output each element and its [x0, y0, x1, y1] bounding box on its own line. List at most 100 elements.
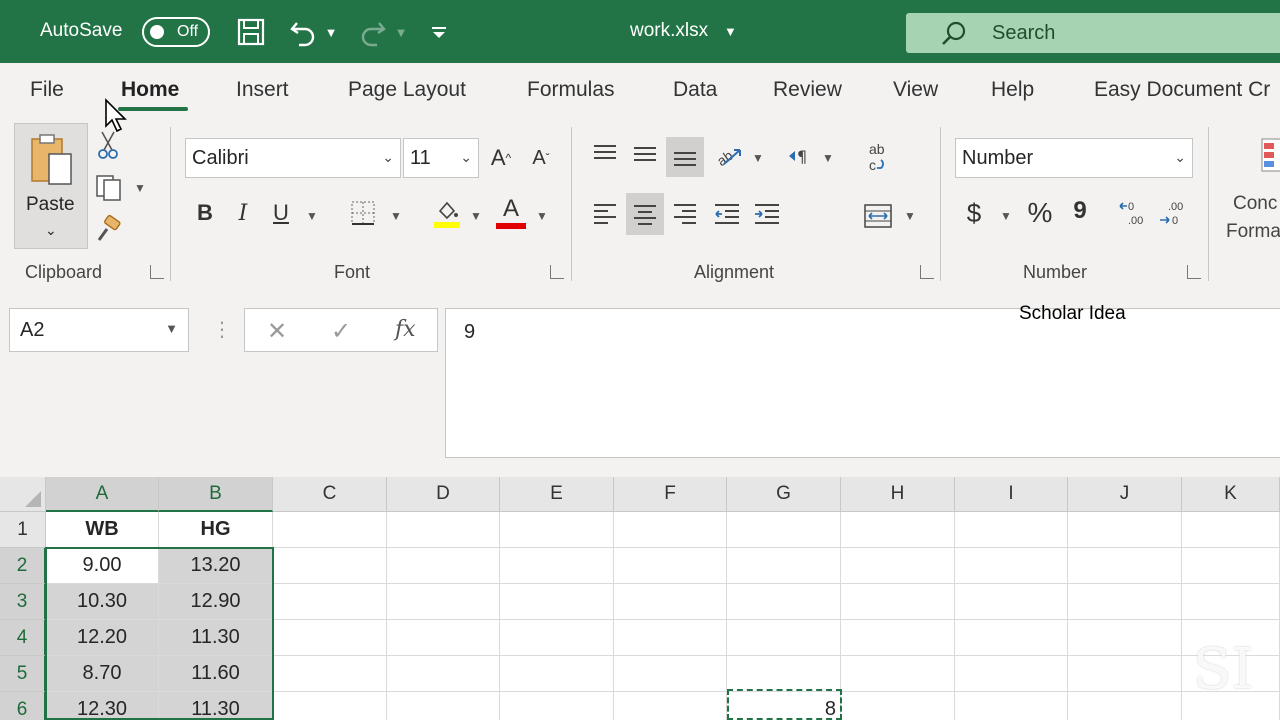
cell-b2[interactable]: 13.20: [159, 548, 273, 584]
conditional-formatting-label-2[interactable]: Forma: [1226, 221, 1280, 243]
currency-button[interactable]: $: [958, 195, 990, 231]
row-header-6[interactable]: 6: [0, 692, 46, 720]
copy-icon[interactable]: [92, 171, 126, 203]
font-color-dropdown-icon[interactable]: ▼: [536, 209, 548, 223]
save-icon[interactable]: [234, 14, 268, 50]
cell-b4[interactable]: 11.30: [159, 620, 273, 656]
alignment-launcher-icon[interactable]: [920, 265, 934, 279]
tab-insert[interactable]: Insert: [236, 78, 289, 102]
insert-function-icon[interactable]: fx: [395, 317, 416, 342]
paste-dropdown-icon[interactable]: ⌄: [45, 222, 57, 239]
undo-dropdown-icon[interactable]: ▼: [322, 14, 340, 50]
cell-f6[interactable]: [614, 692, 727, 720]
text-direction-icon[interactable]: ¶: [782, 139, 816, 173]
search-box[interactable]: Search: [906, 13, 1280, 53]
cell-h4[interactable]: [841, 620, 955, 656]
tab-review[interactable]: Review: [773, 78, 842, 102]
cell-e6[interactable]: [500, 692, 614, 720]
cell-j4[interactable]: [1068, 620, 1182, 656]
orientation-dropdown-icon[interactable]: ▼: [752, 151, 764, 165]
increase-font-size-button[interactable]: A ^: [484, 141, 518, 175]
file-name[interactable]: work.xlsx: [630, 20, 708, 42]
align-right-icon[interactable]: [668, 195, 702, 231]
underline-dropdown-icon[interactable]: ▼: [306, 209, 318, 223]
number-launcher-icon[interactable]: [1187, 265, 1201, 279]
borders-dropdown-icon[interactable]: ▼: [390, 209, 402, 223]
fill-color-dropdown-icon[interactable]: ▼: [470, 209, 482, 223]
cell-i2[interactable]: [955, 548, 1068, 584]
clipboard-launcher-icon[interactable]: [150, 265, 164, 279]
cell-i5[interactable]: [955, 656, 1068, 692]
cell-k2[interactable]: [1182, 548, 1280, 584]
cell-e5[interactable]: [500, 656, 614, 692]
bottom-align-icon[interactable]: [666, 137, 704, 177]
worksheet-grid[interactable]: A B C D E F G H I J K 1 WB HG 2 9.00 13.20 3 10.30 12.90 4 12…: [0, 477, 1280, 720]
currency-dropdown-icon[interactable]: ▼: [1000, 209, 1012, 223]
cell-c2[interactable]: [273, 548, 387, 584]
borders-icon[interactable]: [346, 197, 380, 229]
cell-c6[interactable]: [273, 692, 387, 720]
italic-button[interactable]: I: [228, 196, 258, 230]
conditional-formatting-label-1[interactable]: Conc: [1233, 193, 1277, 215]
underline-button[interactable]: U: [266, 196, 296, 230]
text-direction-dropdown-icon[interactable]: ▼: [822, 151, 834, 165]
tab-file[interactable]: File: [30, 78, 64, 102]
cell-a5[interactable]: 8.70: [46, 656, 159, 692]
merge-center-icon[interactable]: [860, 199, 896, 233]
column-header-f[interactable]: F: [614, 477, 727, 512]
column-header-a[interactable]: A: [46, 477, 159, 512]
copy-dropdown-icon[interactable]: ▼: [134, 181, 146, 195]
formula-bar-grip-icon[interactable]: ⋮: [212, 317, 232, 342]
column-header-d[interactable]: D: [387, 477, 500, 512]
increase-indent-icon[interactable]: [750, 195, 784, 231]
cell-i4[interactable]: [955, 620, 1068, 656]
row-header-5[interactable]: 5: [0, 656, 46, 692]
cell-a3[interactable]: 10.30: [46, 584, 159, 620]
undo-icon[interactable]: [286, 14, 320, 50]
cell-i6[interactable]: [955, 692, 1068, 720]
increase-decimal-icon[interactable]: 0.00: [1116, 195, 1152, 231]
cell-i3[interactable]: [955, 584, 1068, 620]
tab-data[interactable]: Data: [673, 78, 717, 102]
cell-e3[interactable]: [500, 584, 614, 620]
cell-j6[interactable]: [1068, 692, 1182, 720]
cell-d3[interactable]: [387, 584, 500, 620]
row-header-3[interactable]: 3: [0, 584, 46, 620]
column-header-h[interactable]: H: [841, 477, 955, 512]
cell-f4[interactable]: [614, 620, 727, 656]
cell-h6[interactable]: [841, 692, 955, 720]
autosave-toggle[interactable]: Off: [142, 17, 210, 47]
cell-g6[interactable]: 8: [727, 692, 841, 720]
customize-qat-icon[interactable]: [428, 14, 450, 50]
cell-g3[interactable]: [727, 584, 841, 620]
top-align-icon[interactable]: [588, 135, 622, 171]
cell-b3[interactable]: 12.90: [159, 584, 273, 620]
cell-a4[interactable]: 12.20: [46, 620, 159, 656]
row-header-1[interactable]: 1: [0, 512, 46, 548]
decrease-font-size-button[interactable]: Aˇ: [524, 141, 558, 175]
cell-e1[interactable]: [500, 512, 614, 548]
tab-formulas[interactable]: Formulas: [527, 78, 615, 102]
cell-b5[interactable]: 11.60: [159, 656, 273, 692]
cell-f1[interactable]: [614, 512, 727, 548]
decrease-indent-icon[interactable]: [710, 195, 744, 231]
cell-j2[interactable]: [1068, 548, 1182, 584]
middle-align-icon[interactable]: [628, 135, 662, 171]
cell-k3[interactable]: [1182, 584, 1280, 620]
cell-f2[interactable]: [614, 548, 727, 584]
cell-d6[interactable]: [387, 692, 500, 720]
percent-button[interactable]: %: [1022, 195, 1058, 231]
cell-c5[interactable]: [273, 656, 387, 692]
cell-c1[interactable]: [273, 512, 387, 548]
filename-dropdown-icon[interactable]: ▼: [724, 24, 737, 39]
cell-j1[interactable]: [1068, 512, 1182, 548]
tab-easy-document-creator[interactable]: Easy Document Cr: [1094, 78, 1270, 102]
cell-h3[interactable]: [841, 584, 955, 620]
cell-h1[interactable]: [841, 512, 955, 548]
cell-a6[interactable]: 12.30: [46, 692, 159, 720]
cell-h2[interactable]: [841, 548, 955, 584]
cell-g5[interactable]: [727, 656, 841, 692]
column-header-g[interactable]: G: [727, 477, 841, 512]
cell-i1[interactable]: [955, 512, 1068, 548]
cell-h5[interactable]: [841, 656, 955, 692]
